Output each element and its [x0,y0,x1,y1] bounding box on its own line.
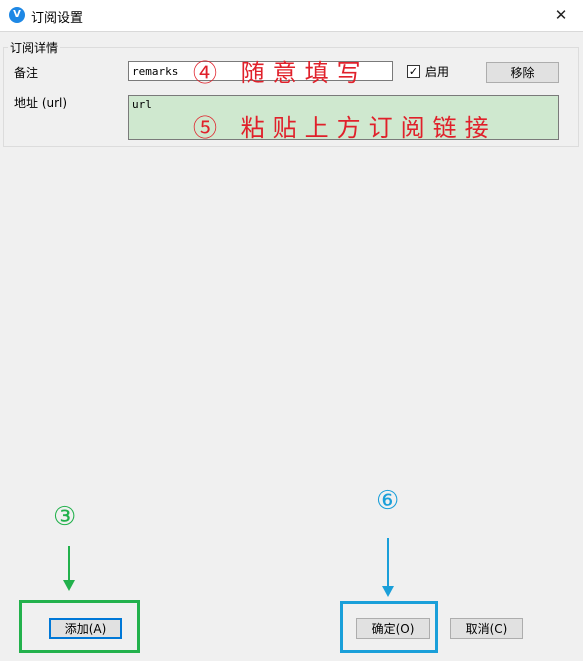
cancel-button[interactable]: 取消(C) [450,618,523,639]
arrow-step3 [68,546,70,582]
add-button[interactable]: 添加(A) [49,618,122,639]
close-icon[interactable]: ✕ [539,0,583,31]
title-divider [0,31,583,32]
enable-checkbox[interactable]: ✓ [407,65,420,78]
arrow-step6 [387,538,389,588]
annotation-step3: ③ [53,502,77,532]
remove-button[interactable]: 移除 [486,62,559,83]
app-logo-icon: V [9,7,25,23]
annotation-step6: ⑥ [376,486,400,516]
annotation-step4: ④ 随意填写 [193,59,369,87]
enable-label[interactable]: 启用 [425,63,449,80]
group-title: 订阅详情 [8,39,61,56]
annotation-step5: ⑤ 粘贴上方订阅链接 [193,114,497,142]
title-bar: V 订阅设置 ✕ [0,0,583,31]
url-label: 地址 (url) [14,96,68,110]
arrow-head-step3 [63,580,75,591]
window-title: 订阅设置 [31,11,84,26]
remarks-label: 备注 [14,66,39,80]
arrow-head-step6 [382,586,394,597]
ok-button[interactable]: 确定(O) [356,618,430,639]
